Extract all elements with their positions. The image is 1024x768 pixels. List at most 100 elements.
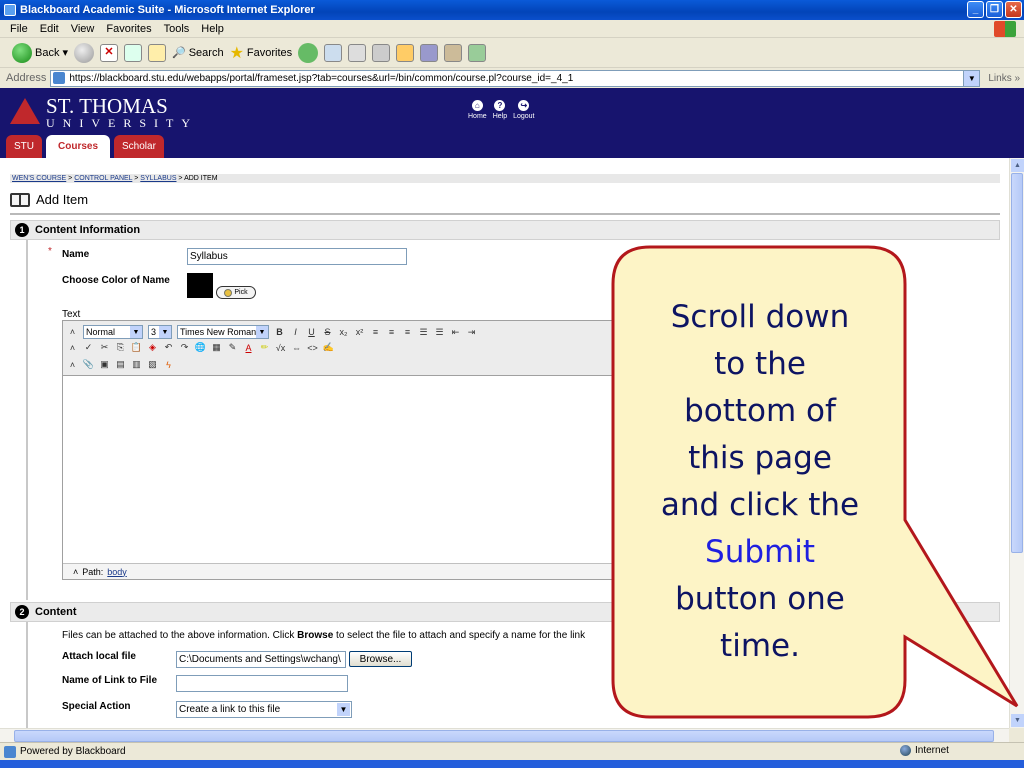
italic-icon[interactable]: I	[290, 327, 301, 338]
menu-edit[interactable]: Edit	[40, 23, 59, 35]
menu-tools[interactable]: Tools	[164, 23, 190, 35]
callout-line: this page	[688, 440, 832, 476]
research-icon[interactable]	[420, 43, 439, 62]
breadcrumb-control-panel[interactable]: CONTROL PANEL	[74, 175, 132, 182]
bold-icon[interactable]: B	[274, 327, 285, 338]
folder-icon[interactable]	[396, 43, 415, 62]
unordered-list-icon[interactable]: ☰	[434, 327, 445, 338]
refresh-icon[interactable]	[124, 43, 142, 62]
browse-button[interactable]: Browse...	[349, 651, 412, 667]
favorites-button[interactable]: ★ Favorites	[230, 43, 293, 63]
back-label: Back	[35, 46, 60, 59]
menu-help[interactable]: Help	[201, 23, 224, 35]
nav-logout[interactable]: ↪ Logout	[513, 100, 535, 120]
back-button[interactable]: Back ▾	[12, 42, 68, 63]
special-action-select[interactable]: Create a link to this file ▼	[176, 701, 352, 718]
mail-icon[interactable]	[324, 43, 343, 62]
link-icon[interactable]: ⇔	[291, 342, 302, 353]
subscript-icon[interactable]: x₂	[338, 327, 349, 338]
maximize-button[interactable]: ❐	[986, 1, 1003, 18]
attach-file-input[interactable]: C:\Documents and Settings\wchang\	[176, 651, 346, 668]
nav-help[interactable]: ? Help	[493, 100, 507, 120]
callout-line: bottom of	[684, 393, 836, 429]
hscroll-thumb[interactable]	[14, 730, 994, 742]
superscript-icon[interactable]: x²	[354, 327, 365, 338]
forward-button[interactable]	[74, 42, 94, 63]
collapse-icon[interactable]: ˄	[67, 327, 78, 338]
math-icon[interactable]: √x	[275, 342, 286, 353]
color-swatch[interactable]	[187, 273, 213, 298]
scroll-down-icon[interactable]: ▼	[1011, 714, 1024, 727]
insert-image-icon[interactable]: ▣	[99, 359, 110, 370]
font-select[interactable]: Times New Roman ▼	[177, 325, 269, 339]
callout-line: Scroll down	[670, 299, 850, 335]
collapse-icon[interactable]: ˄	[67, 342, 78, 353]
horizontal-scrollbar[interactable]	[0, 728, 1009, 742]
insert-video-icon[interactable]: ▧	[147, 359, 158, 370]
home-icon[interactable]	[148, 43, 166, 62]
stop-icon[interactable]: ✕	[100, 43, 118, 62]
menu-view[interactable]: View	[71, 23, 95, 35]
insert-link-icon[interactable]: ◈	[147, 342, 158, 353]
status-text: Powered by Blackboard	[20, 746, 126, 757]
web-link-icon[interactable]: 🌐	[195, 342, 206, 353]
ordered-list-icon[interactable]: ☰	[418, 327, 429, 338]
collapse-icon[interactable]: ˄	[73, 567, 78, 577]
link-name-input[interactable]	[176, 675, 348, 692]
zone-label: Internet	[915, 745, 949, 756]
format-select[interactable]: Normal ▼	[83, 325, 143, 339]
undo-icon[interactable]: ↶	[163, 342, 174, 353]
redo-icon[interactable]: ↷	[179, 342, 190, 353]
size-select[interactable]: 3 ▼	[148, 325, 172, 339]
history-icon[interactable]	[298, 42, 319, 63]
html-icon[interactable]: <>	[307, 342, 318, 353]
tab-courses[interactable]: Courses	[46, 135, 111, 158]
insert-audio-icon[interactable]: ▥	[131, 359, 142, 370]
attach-file-icon[interactable]: 📎	[83, 359, 94, 370]
collapse-icon[interactable]: ˄	[67, 359, 78, 370]
flash-icon[interactable]: ϟ	[163, 359, 174, 370]
messenger-icon[interactable]	[444, 43, 463, 62]
text-editor[interactable]: ˄ Normal ▼ 3 ▼ Times New Roman ▼ B I U S x₂…	[62, 320, 622, 580]
edit-icon[interactable]	[372, 43, 391, 62]
search-button[interactable]: 🔎 Search	[172, 46, 224, 60]
paste-icon[interactable]: 📋	[131, 342, 142, 353]
underline-icon[interactable]: U	[306, 327, 317, 338]
address-input[interactable]: https://blackboard.stu.edu/webapps/porta…	[50, 69, 981, 87]
copy-icon[interactable]: ⎘	[115, 342, 126, 353]
address-dropdown-icon[interactable]: ▼	[963, 70, 980, 86]
insert-media-icon[interactable]: ▤	[115, 359, 126, 370]
breadcrumb-course[interactable]: WEN'S COURSE	[12, 175, 66, 182]
breadcrumb-syllabus[interactable]: SYLLABUS	[140, 175, 176, 182]
close-button[interactable]: ✕	[1005, 1, 1022, 18]
people-icon[interactable]	[468, 43, 487, 62]
scroll-thumb[interactable]	[1011, 173, 1023, 553]
path-body-link[interactable]: body	[107, 567, 127, 577]
pen-icon[interactable]: ✎	[227, 342, 238, 353]
minimize-button[interactable]: _	[967, 1, 984, 18]
align-right-icon[interactable]: ≡	[402, 327, 413, 338]
menu-file[interactable]: File	[10, 23, 28, 35]
links-button[interactable]: Links »	[988, 73, 1020, 84]
print-icon[interactable]	[348, 43, 367, 62]
section-rule	[26, 622, 28, 728]
align-left-icon[interactable]: ≡	[370, 327, 381, 338]
tab-scholar[interactable]: Scholar	[114, 135, 164, 158]
name-input[interactable]: Syllabus	[187, 248, 407, 265]
outdent-icon[interactable]: ⇤	[450, 327, 461, 338]
text-color-icon[interactable]: A	[243, 342, 254, 353]
align-center-icon[interactable]: ≡	[386, 327, 397, 338]
nav-home[interactable]: ⌂ Home	[468, 100, 487, 120]
preview-icon[interactable]: ✍	[323, 342, 334, 353]
scroll-up-icon[interactable]: ▲	[1011, 159, 1024, 172]
indent-icon[interactable]: ⇥	[466, 327, 477, 338]
highlight-icon[interactable]: ✏	[259, 342, 270, 353]
spellcheck-icon[interactable]: ✓	[83, 342, 94, 353]
table-icon[interactable]: ▦	[211, 342, 222, 353]
cut-icon[interactable]: ✂	[99, 342, 110, 353]
tab-stu[interactable]: STU	[6, 135, 42, 158]
vertical-scrollbar[interactable]: ▲ ▼	[1009, 158, 1024, 728]
menu-favorites[interactable]: Favorites	[106, 23, 151, 35]
pick-color-button[interactable]: Pick	[216, 286, 256, 299]
strikethrough-icon[interactable]: S	[322, 327, 333, 338]
